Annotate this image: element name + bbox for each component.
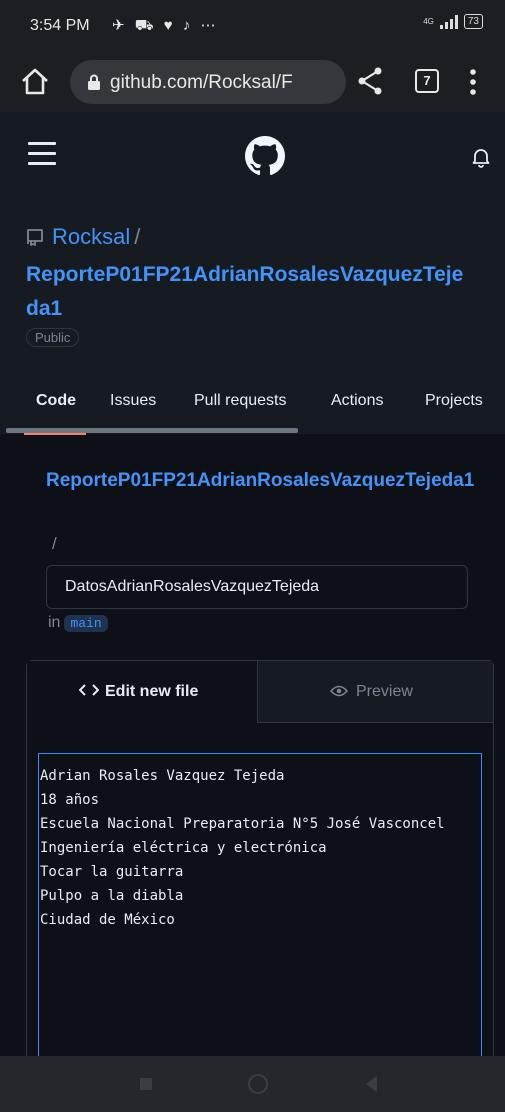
- visibility-badge: Public: [26, 328, 80, 347]
- breadcrumb-separator: /: [52, 534, 57, 553]
- system-nav-bar: [0, 1056, 505, 1112]
- filename-value: DatosAdrianRosalesVazquezTejeda: [65, 578, 320, 595]
- home-icon[interactable]: [18, 64, 52, 98]
- url-bar[interactable]: github.com/Rocksal/F: [70, 60, 346, 104]
- repo-icon: [27, 229, 43, 246]
- bell-icon[interactable]: [470, 146, 492, 168]
- tab-edit-label: Edit new file: [78, 683, 199, 701]
- branch-row: in main: [48, 614, 108, 632]
- tab-edit-new-file[interactable]: Edit new file: [27, 661, 258, 723]
- owner-separator: /: [134, 224, 141, 249]
- code-editor-textarea[interactable]: Adrian Rosales Vazquez Tejeda 18 años Es…: [38, 753, 482, 1062]
- share-icon[interactable]: [356, 66, 384, 96]
- tab-preview-label: Preview: [330, 683, 413, 701]
- hamburger-icon[interactable]: [28, 142, 56, 166]
- repo-owner-row: Rocksal /: [26, 224, 140, 250]
- branch-badge: main: [64, 615, 108, 632]
- editor-tabs: Edit new file Preview: [27, 661, 493, 723]
- tab-code[interactable]: Code: [36, 392, 76, 410]
- editor-line: Pulpo a la diabla: [40, 888, 184, 904]
- editor-line: Ingeniería eléctrica y electrónica: [40, 840, 327, 856]
- battery-icon: 73: [463, 14, 483, 29]
- editor-line: Adrian Rosales Vazquez Tejeda: [40, 768, 285, 784]
- repo-name-link[interactable]: ReporteP01FP21AdrianRosalesVazquezTejeda…: [26, 258, 476, 326]
- eye-icon: [330, 685, 348, 697]
- network-type: 4G: [423, 16, 434, 26]
- github-header: [0, 112, 505, 202]
- notification-icons: ✈ ⛟ ♥ ♪ ⋯: [112, 17, 219, 34]
- status-time: 3:54 PM: [30, 17, 90, 34]
- more-vert-icon[interactable]: [468, 67, 478, 97]
- editor-line: 18 años: [40, 792, 100, 808]
- home-button[interactable]: [248, 1074, 268, 1094]
- editor-line: Escuela Nacional Preparatoria N°5 José V…: [40, 816, 445, 832]
- branch-prefix: in: [48, 614, 61, 631]
- tab-preview[interactable]: Preview: [258, 661, 493, 723]
- code-icon: [78, 684, 100, 696]
- repo-header: Rocksal / ReporteP01FP21AdrianRosalesVazq…: [0, 202, 505, 435]
- tab-issues[interactable]: Issues: [110, 392, 156, 410]
- tab-pull-requests[interactable]: Pull requests: [194, 392, 287, 410]
- filename-input[interactable]: DatosAdrianRosalesVazquezTejeda: [46, 565, 468, 609]
- tab-switcher-button[interactable]: 7: [415, 69, 439, 93]
- status-right: 4G 73: [423, 14, 483, 29]
- lock-icon: [88, 74, 100, 90]
- tab-preview-text: Preview: [356, 683, 413, 700]
- back-button[interactable]: [366, 1076, 377, 1092]
- repo-owner-link[interactable]: Rocksal: [52, 224, 130, 249]
- active-tab-underline: [24, 433, 86, 435]
- editor-line: Ciudad de México: [40, 912, 175, 928]
- status-bar: 3:54 PM ✈ ⛟ ♥ ♪ ⋯ 4G 73: [0, 0, 505, 52]
- tab-actions[interactable]: Actions: [331, 392, 383, 410]
- editor-card: Edit new file Preview Adrian Rosales Vaz…: [26, 660, 494, 1062]
- editor-lines: Adrian Rosales Vazquez Tejeda 18 años Es…: [39, 764, 445, 932]
- tab-projects[interactable]: Projects: [425, 392, 483, 410]
- tab-edit-text: Edit new file: [105, 683, 199, 700]
- github-logo-icon[interactable]: [245, 136, 285, 176]
- recents-button[interactable]: [140, 1078, 152, 1090]
- breadcrumb-repo-link[interactable]: ReporteP01FP21AdrianRosalesVazquezTejeda…: [46, 466, 476, 496]
- browser-toolbar: github.com/Rocksal/F 7: [0, 52, 505, 112]
- editor-line: Tocar la guitarra: [40, 864, 184, 880]
- signal-icon: [439, 14, 458, 29]
- url-text: github.com/Rocksal/F: [110, 72, 293, 93]
